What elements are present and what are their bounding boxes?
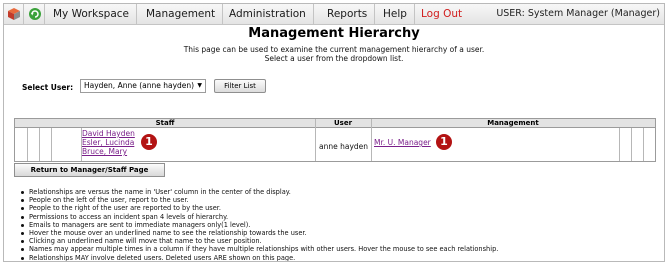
column-divider <box>371 119 372 161</box>
staff-link-bruce-mary[interactable]: Bruce, Mary <box>82 147 127 156</box>
column-divider <box>643 128 644 161</box>
current-user-label: USER: System Manager (Manager) <box>496 8 660 19</box>
list-item: Emails to managers are sent to immediate… <box>21 221 498 229</box>
filter-list-button[interactable]: Filter List <box>214 79 266 93</box>
column-divider <box>631 128 632 161</box>
page-description: This page can be used to examine the cur… <box>183 45 485 54</box>
staff-column-header: Staff <box>15 119 315 128</box>
select-user-value: Hayden, Anne (anne hayden) <box>84 81 195 90</box>
list-item: Relationships are versus the name in 'Us… <box>21 188 498 196</box>
staff-link-esler-lucinda[interactable]: Esler, Lucinda <box>82 138 134 147</box>
nav-administration[interactable]: Administration <box>222 4 314 24</box>
nav-my-workspace[interactable]: My Workspace <box>46 4 138 24</box>
hierarchy-table: Staff User Management David Hayden Esler… <box>14 118 656 162</box>
list-item: People to the right of the user are repo… <box>21 204 498 212</box>
manager-link-mr-u-manager[interactable]: Mr. U. Manager <box>374 138 431 147</box>
home-cube-icon[interactable] <box>4 4 24 24</box>
nav-management[interactable]: Management <box>139 4 224 24</box>
refresh-icon[interactable] <box>25 4 45 24</box>
list-item: Relationships MAY involve deleted users.… <box>21 254 498 261</box>
dropdown-arrow-icon: ▼ <box>197 82 202 89</box>
management-column-header: Management <box>371 119 655 128</box>
page-instruction: Select a user from the dropdown list. <box>264 54 404 63</box>
help-notes-list: Relationships are versus the name in 'Us… <box>21 188 498 261</box>
list-item: Names may appear multiple times in a col… <box>21 245 498 253</box>
page-title: Management Hierarchy <box>248 26 420 41</box>
staff-link-david-hayden[interactable]: David Hayden <box>82 129 135 138</box>
nav-log-out[interactable]: Log Out <box>414 4 469 24</box>
nav-reports[interactable]: Reports <box>320 4 376 24</box>
top-navigation: My Workspace Management Administration R… <box>4 4 664 25</box>
column-divider <box>51 128 52 161</box>
select-user-label: Select User: <box>22 83 74 92</box>
column-divider <box>39 128 40 161</box>
return-to-manager-staff-button[interactable]: Return to Manager/Staff Page <box>14 163 165 177</box>
list-item: Clicking an underlined name will move th… <box>21 237 498 245</box>
app-frame: My Workspace Management Administration R… <box>3 3 665 262</box>
column-divider <box>315 119 316 161</box>
user-cell: anne hayden <box>319 142 369 151</box>
column-divider <box>619 128 620 161</box>
user-column-header: User <box>315 119 371 128</box>
list-item: People on the left of the user, report t… <box>21 196 498 204</box>
annotation-marker: 1 <box>141 134 157 150</box>
column-divider <box>27 128 28 161</box>
list-item: Hover the mouse over an underlined name … <box>21 229 498 237</box>
annotation-marker: 1 <box>436 134 452 150</box>
nav-help[interactable]: Help <box>376 4 415 24</box>
select-user-dropdown[interactable]: Hayden, Anne (anne hayden) ▼ <box>80 79 206 93</box>
list-item: Permissions to access an incident span 4… <box>21 213 498 221</box>
